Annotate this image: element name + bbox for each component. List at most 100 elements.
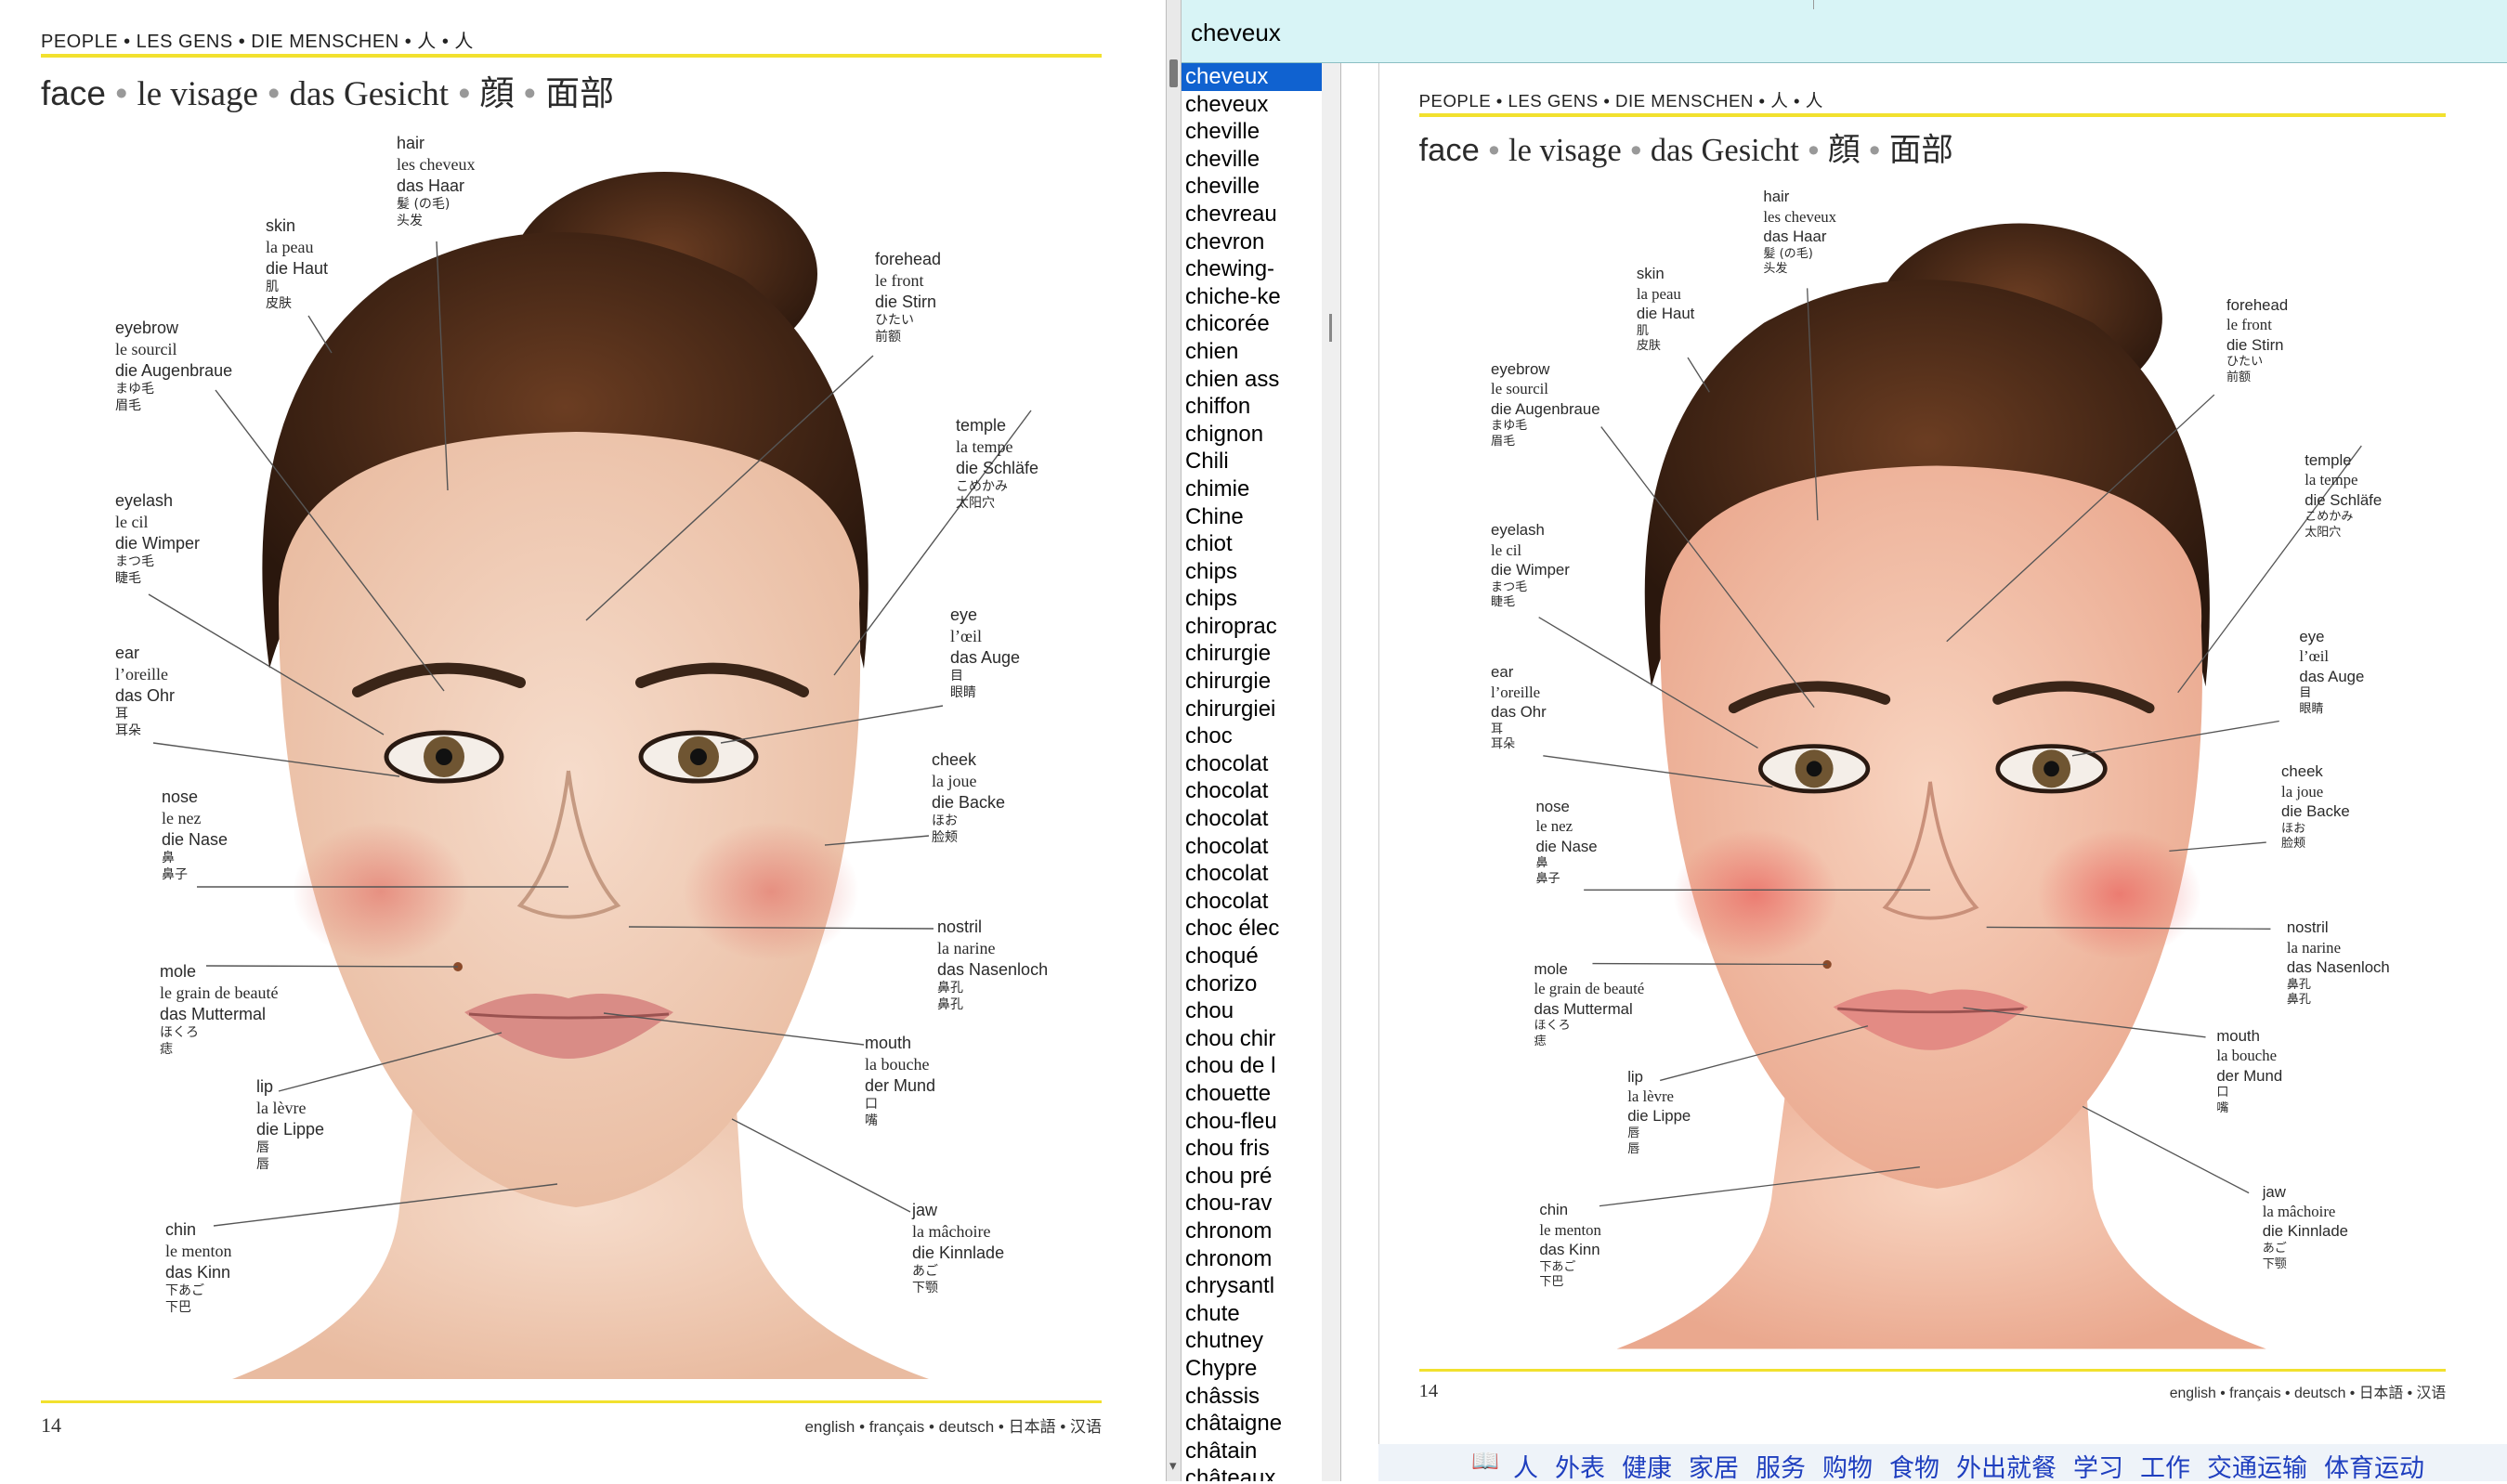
label-cheek-en: cheek bbox=[2281, 762, 2323, 781]
word-list-item[interactable]: chips bbox=[1182, 585, 1322, 613]
toolbar-category-6[interactable]: 食物 bbox=[1889, 1448, 1939, 1484]
word-list-item[interactable]: châssis bbox=[1182, 1383, 1322, 1411]
pane-divider-scrollbar[interactable]: ▾ bbox=[1166, 0, 1182, 1481]
book-icon[interactable]: 📖 bbox=[1471, 1448, 1499, 1475]
toolbar-category-4[interactable]: 服务 bbox=[1756, 1448, 1806, 1484]
label-nose-en: nose bbox=[162, 788, 199, 806]
toolbar-category-5[interactable]: 购物 bbox=[1822, 1448, 1873, 1484]
search-input[interactable] bbox=[1189, 13, 2103, 52]
word-list-item[interactable]: chevreau bbox=[1182, 201, 1322, 228]
word-list-item[interactable]: châtain bbox=[1182, 1438, 1322, 1465]
label-cheek-zh: 脸颊 bbox=[2281, 837, 2306, 852]
label-ear-jp: 耳 bbox=[1491, 722, 1504, 736]
word-list-item[interactable]: chou pré bbox=[1182, 1163, 1322, 1191]
toolbar-category-3[interactable]: 家居 bbox=[1689, 1448, 1739, 1484]
word-list-item[interactable]: cheville bbox=[1182, 173, 1322, 201]
label-chin-fr: le menton bbox=[165, 1242, 232, 1261]
word-list-item[interactable]: chirurgie bbox=[1182, 668, 1322, 696]
word-list-item[interactable]: chimie bbox=[1182, 475, 1322, 503]
word-list-item[interactable]: chips bbox=[1182, 558, 1322, 586]
word-list-item[interactable]: choc bbox=[1182, 722, 1322, 750]
label-hair-de: das Haar bbox=[1763, 228, 1827, 246]
word-list-item[interactable]: chewing- bbox=[1182, 255, 1322, 283]
word-list-item[interactable]: chocolat bbox=[1182, 750, 1322, 778]
word-list-item[interactable]: chocolat bbox=[1182, 833, 1322, 861]
word-list-item[interactable]: chiot bbox=[1182, 530, 1322, 558]
word-list-item[interactable]: choqué bbox=[1182, 943, 1322, 970]
label-eye-de: das Auge bbox=[2299, 667, 2365, 685]
word-list-item[interactable]: chrysantl bbox=[1182, 1272, 1322, 1300]
word-list-item[interactable]: chocolat bbox=[1182, 860, 1322, 888]
toolbar-category-7[interactable]: 外出就餐 bbox=[1956, 1448, 2057, 1484]
label-skin-fr: la peau bbox=[1636, 284, 1681, 303]
label-lip-fr: la lèvre bbox=[256, 1099, 307, 1118]
word-list-item[interactable]: chien ass bbox=[1182, 366, 1322, 394]
word-list-item[interactable]: cheveux bbox=[1182, 91, 1322, 119]
label-jaw-fr: la mâchoire bbox=[2262, 1202, 2336, 1220]
label-nostril-fr: la narine bbox=[937, 939, 996, 958]
label-eyelash-jp: まつ毛 bbox=[115, 554, 154, 570]
word-list-item[interactable]: chou chir bbox=[1182, 1025, 1322, 1053]
word-list-item[interactable]: chignon bbox=[1182, 421, 1322, 449]
word-list-item[interactable]: cheville bbox=[1182, 118, 1322, 146]
word-list-item[interactable]: cheveux bbox=[1182, 63, 1322, 91]
label-cheek-jp: ほお bbox=[2281, 821, 2306, 836]
word-list-item[interactable]: cheville bbox=[1182, 146, 1322, 174]
word-list-scroll-thumb[interactable] bbox=[1329, 314, 1332, 342]
leader-line-skin bbox=[307, 315, 333, 354]
word-list-item[interactable]: Chypre bbox=[1182, 1355, 1322, 1383]
scrollbar-thumb[interactable] bbox=[1169, 59, 1178, 87]
toolbar-category-8[interactable]: 学习 bbox=[2073, 1448, 2123, 1484]
toolbar-category-1[interactable]: 外表 bbox=[1555, 1448, 1605, 1484]
label-mole-de: das Muttermal bbox=[160, 1005, 267, 1024]
word-list-item[interactable]: chorizo bbox=[1182, 970, 1322, 998]
label-temple-de: die Schläfe bbox=[2305, 490, 2383, 509]
word-list-scrollbar[interactable] bbox=[1322, 63, 1341, 1481]
word-list-item[interactable]: chicorée bbox=[1182, 310, 1322, 338]
word-list-item[interactable]: chiffon bbox=[1182, 393, 1322, 421]
label-ear-de: das Ohr bbox=[115, 686, 176, 706]
word-list-item[interactable]: chiche-ke bbox=[1182, 283, 1322, 311]
word-list-item[interactable]: chute bbox=[1182, 1300, 1322, 1328]
word-list-item[interactable]: chocolat bbox=[1182, 888, 1322, 916]
label-ear-en: ear bbox=[1491, 663, 1514, 682]
word-list-item[interactable]: chronom bbox=[1182, 1217, 1322, 1245]
category-toolbar: 📖 人外表 健康 家居 服务 购物 食物 外出就餐 学习 工作 交通运输 体育运动 bbox=[1378, 1444, 2507, 1484]
label-mole-en: mole bbox=[1534, 959, 1568, 978]
label-skin-zh: 皮肤 bbox=[1636, 339, 1661, 354]
word-list-item[interactable]: chouette bbox=[1182, 1080, 1322, 1108]
toolbar-category-11[interactable]: 体育运动 bbox=[2324, 1448, 2424, 1484]
left-book-page-pane[interactable]: PEOPLE • LES GENS • DIE MENSCHEN • 人 • 人… bbox=[0, 0, 1166, 1481]
word-list-item[interactable]: chronom bbox=[1182, 1245, 1322, 1273]
label-mouth-de: der Mund bbox=[2216, 1066, 2283, 1085]
word-list-item[interactable]: chou fris bbox=[1182, 1135, 1322, 1163]
toolbar-category-2[interactable]: 健康 bbox=[1622, 1448, 1672, 1484]
word-list-item[interactable]: chirurgie bbox=[1182, 640, 1322, 668]
toolbar-category-0[interactable]: 人 bbox=[1513, 1448, 1538, 1484]
word-list-item[interactable]: choc élec bbox=[1182, 915, 1322, 943]
label-jaw-jp: あご bbox=[2262, 1241, 2287, 1256]
label-ear-fr: l’oreille bbox=[115, 665, 168, 684]
word-list-item[interactable]: chirurgiei bbox=[1182, 696, 1322, 723]
page-footer-languages: english • français • deutsch • 日本語 • 汉语 bbox=[804, 1418, 1102, 1436]
word-list-item[interactable]: châtaigne bbox=[1182, 1410, 1322, 1438]
toolbar-category-10[interactable]: 交通运输 bbox=[2207, 1448, 2307, 1484]
word-list-item[interactable]: Chili bbox=[1182, 448, 1322, 475]
word-list-item[interactable]: chocolat bbox=[1182, 777, 1322, 805]
word-list-item[interactable]: chou-fleu bbox=[1182, 1108, 1322, 1136]
word-list-item[interactable]: chou-rav bbox=[1182, 1190, 1322, 1217]
toolbar-category-9[interactable]: 工作 bbox=[2140, 1448, 2190, 1484]
word-list-item[interactable]: chutney bbox=[1182, 1327, 1322, 1355]
word-list[interactable]: cheveux cheveux cheville cheville cheville ch… bbox=[1182, 63, 1323, 1481]
word-list-item[interactable]: Chine bbox=[1182, 503, 1322, 531]
word-list-item[interactable]: chou de l bbox=[1182, 1052, 1322, 1080]
scroll-down-arrow-icon[interactable]: ▾ bbox=[1169, 1457, 1177, 1474]
page-number: 14 bbox=[1418, 1380, 1439, 1401]
word-list-item[interactable]: chocolat bbox=[1182, 805, 1322, 833]
word-list-item[interactable]: chien bbox=[1182, 338, 1322, 366]
word-list-item[interactable]: chou bbox=[1182, 997, 1322, 1025]
word-list-item[interactable]: chiroprac bbox=[1182, 613, 1322, 641]
cheek-blush-left bbox=[1673, 829, 1838, 959]
word-list-item[interactable]: chevron bbox=[1182, 228, 1322, 256]
word-list-item[interactable]: châteaux bbox=[1182, 1464, 1322, 1481]
